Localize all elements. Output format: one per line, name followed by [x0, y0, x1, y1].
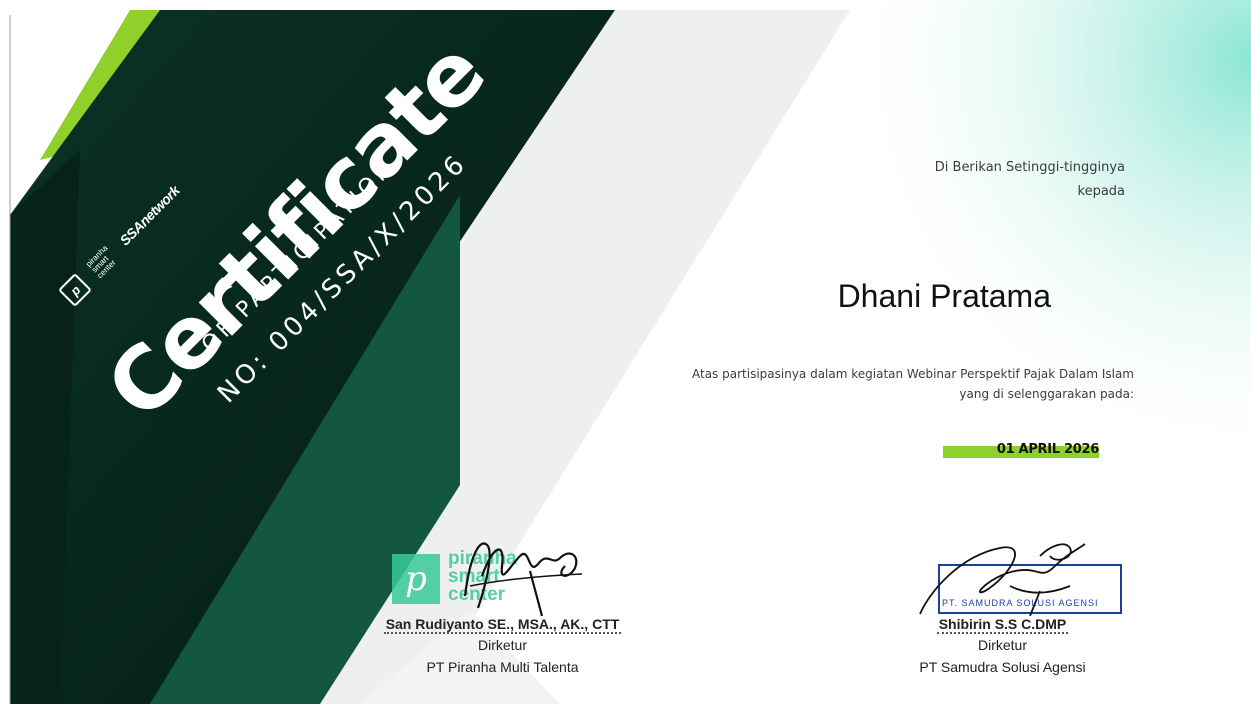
- event-date: 01 APRIL 2026: [996, 442, 1099, 457]
- signature-scribble-1: [463, 542, 583, 616]
- signature-block-2: PT. SAMUDRA SOLUSI AGENSI Shibirin S.S C…: [890, 536, 1122, 675]
- signatory-2-name: Shibirin S.S C.DMP: [936, 616, 1069, 634]
- signatory-1-name: San Rudiyanto SE., MSA., AK., CTT: [383, 616, 622, 634]
- signatory-2-company: PT Samudra Solusi Agensi: [919, 659, 1086, 675]
- signatory-1-role: Dirketur: [477, 637, 527, 653]
- description-line2: yang di selenggarakan pada:: [959, 387, 1134, 401]
- signature-image-2: PT. SAMUDRA SOLUSI AGENSI: [890, 536, 1122, 616]
- description-line1: Atas partisipasinya dalam kegiatan Webin…: [692, 367, 1134, 381]
- signatory-2-role: Dirketur: [977, 637, 1027, 653]
- given-text-line2: kepada: [1077, 184, 1126, 199]
- certificate: p piranha smart center SSAnetwork Certif…: [0, 0, 1251, 704]
- signatory-1-company: PT Piranha Multi Talenta: [426, 659, 579, 675]
- recipient-name: Dhani Pratama: [837, 278, 1051, 314]
- given-text-line1: Di Berikan Setinggi-tingginya: [934, 160, 1125, 175]
- date-highlight: 01 APRIL 2026: [943, 442, 1099, 458]
- signature-scribble-2: [919, 543, 1086, 616]
- signature-block-1: p piranha smart center San Rudiyanto SE.…: [370, 536, 635, 675]
- signature-image-1: p piranha smart center: [370, 536, 635, 616]
